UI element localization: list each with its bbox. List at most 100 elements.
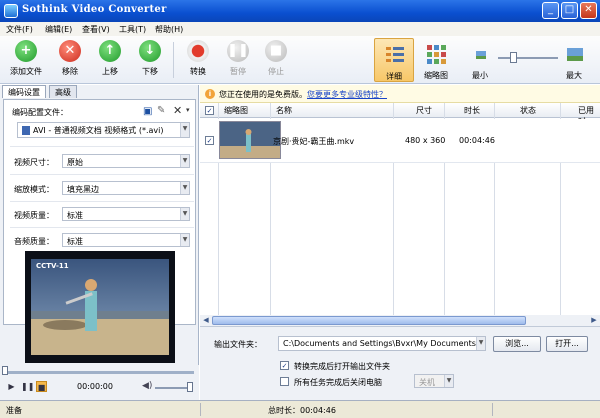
chevron-down-icon: ▼	[180, 234, 189, 246]
volume-icon[interactable]: ◀)	[142, 381, 152, 391]
edit-icon[interactable]: ✎	[157, 105, 165, 116]
pause-button[interactable]: ❚❚ 暂停	[220, 40, 256, 82]
browse-button[interactable]: 浏览...	[493, 336, 541, 352]
menu-edit[interactable]: 编辑(E)	[45, 24, 72, 35]
open-folder-checkbox[interactable]: ✓	[280, 361, 289, 370]
avi-format-icon	[22, 126, 30, 135]
move-up-button[interactable]: ↑ 上移	[92, 40, 128, 82]
audio-quality-select[interactable]: 标准 ▼	[62, 233, 190, 247]
chevron-down-icon: ▼	[180, 123, 189, 137]
table-row[interactable]: ✓ 京剧·贵妃-霸王曲.mkv 480 x 360 00:04:46	[200, 119, 600, 163]
volume-slider[interactable]	[155, 387, 191, 389]
volume-thumb[interactable]	[187, 382, 193, 392]
seek-bar[interactable]	[4, 371, 194, 374]
video-quality-label: 视频质量：	[14, 211, 54, 220]
player-time: 00:00:00	[77, 382, 113, 391]
pause-icon: ❚❚	[227, 40, 249, 62]
arrow-down-icon: ↓	[139, 40, 161, 62]
video-size-select[interactable]: 原始 ▼	[62, 154, 190, 168]
open-button[interactable]: 打开...	[546, 336, 588, 352]
tab-advanced[interactable]: 高级	[49, 85, 77, 98]
stop-button[interactable]: ■ 停止	[258, 40, 294, 82]
upgrade-link[interactable]: 您要更多专业级特性？	[307, 90, 387, 99]
grid-header: ✓ 缩略图 名称 尺寸 时长 状态 已用时	[200, 103, 600, 126]
video-preview: CCTV-11	[25, 251, 175, 363]
stop-icon: ■	[265, 40, 287, 62]
output-panel: 输出文件夹： C:\Documents and Settings\Bvxr\My…	[200, 326, 600, 400]
move-down-button[interactable]: ↓ 下移	[132, 40, 168, 82]
menu-file[interactable]: 文件(F)	[6, 24, 33, 35]
video-quality-select[interactable]: 标准 ▼	[62, 207, 190, 221]
arrow-up-icon: ↑	[99, 40, 121, 62]
shutdown-label: 所有任务完成后关闭电脑	[294, 378, 382, 387]
video-size-label: 视频尺寸：	[14, 158, 54, 167]
play-button[interactable]: ▶	[6, 381, 17, 392]
row-checkbox[interactable]: ✓	[205, 136, 214, 145]
file-name: 京剧·贵妃-霸王曲.mkv	[273, 137, 355, 146]
scale-mode-select[interactable]: 填充黑边 ▼	[62, 181, 190, 195]
scroll-left-icon[interactable]: ◀	[201, 315, 211, 326]
col-status[interactable]: 状态	[520, 105, 536, 116]
chevron-down-icon: ▼	[180, 208, 189, 220]
chevron-down-icon: ▼	[180, 182, 189, 194]
thumbnail-view-button[interactable]: 缩略图	[416, 38, 456, 82]
chevron-down-icon: ▼	[180, 155, 189, 167]
detail-view-button[interactable]: 详细	[374, 38, 414, 82]
file-size: 480 x 360	[405, 136, 446, 145]
menu-bar: 文件(F) 编辑(E) 查看(V) 工具(T) 帮助(H)	[0, 22, 600, 36]
select-all-checkbox[interactable]: ✓	[205, 106, 214, 115]
scale-mode-label: 缩放模式：	[14, 185, 54, 194]
status-total-duration: 总时长：00:04:46	[268, 406, 336, 415]
video-thumbnail	[219, 121, 281, 159]
minimize-button[interactable]: _	[542, 2, 559, 19]
chevron-down-icon: ▼	[476, 337, 485, 350]
profile-menu-arrow-icon[interactable]: ▾	[186, 106, 190, 114]
zoom-max-label: 最大	[566, 71, 582, 80]
status-bar: 准备 总时长：00:04:46	[0, 400, 600, 418]
small-image-icon	[476, 51, 486, 59]
window-title: Sothink Video Converter	[22, 4, 167, 15]
seek-thumb[interactable]	[2, 366, 8, 375]
info-message: 您正在使用的是免费版。	[219, 90, 307, 99]
app-icon	[4, 4, 18, 18]
close-button[interactable]: ✕	[580, 2, 597, 19]
convert-button[interactable]: 转换	[180, 40, 216, 82]
zoom-min-label: 最小	[472, 71, 488, 80]
tab-encoding[interactable]: 编码设置	[2, 85, 46, 98]
col-name[interactable]: 名称	[276, 105, 292, 116]
stop-button[interactable]: ■	[36, 381, 47, 392]
scroll-right-icon[interactable]: ▶	[589, 315, 599, 326]
output-folder-input[interactable]: C:\Documents and Settings\Bvxr\My Docume…	[278, 336, 486, 351]
menu-tools[interactable]: 工具(T)	[119, 24, 146, 35]
open-folder-label: 转换完成后打开输出文件夹	[294, 362, 390, 371]
add-file-button[interactable]: + 添加文件	[8, 40, 44, 82]
pause-button[interactable]: ❚❚	[21, 381, 34, 392]
thumbnail-view-icon	[427, 45, 446, 64]
maximize-button[interactable]: □	[561, 2, 578, 19]
zoom-slider-track[interactable]	[498, 57, 558, 59]
status-divider	[200, 403, 201, 416]
status-divider	[492, 403, 493, 416]
shutdown-checkbox[interactable]	[280, 377, 289, 386]
col-thumbnail[interactable]: 缩略图	[224, 105, 248, 116]
col-duration[interactable]: 时长	[464, 105, 480, 116]
divider	[10, 201, 194, 202]
channel-logo: CCTV-11	[36, 262, 69, 270]
detail-view-icon	[386, 47, 404, 62]
delete-icon[interactable]: ✕	[173, 104, 182, 117]
save-icon[interactable]: ▣	[143, 106, 152, 117]
menu-view[interactable]: 查看(V)	[82, 24, 110, 35]
chevron-down-icon: ▼	[444, 375, 453, 387]
scroll-thumb[interactable]	[212, 316, 526, 325]
status-ready: 准备	[6, 406, 22, 415]
large-image-icon	[567, 48, 583, 61]
horizontal-scrollbar[interactable]: ◀ ▶	[200, 315, 600, 326]
zoom-slider-thumb[interactable]	[510, 52, 517, 63]
shutdown-action-select[interactable]: 关机 ▼	[414, 374, 454, 388]
col-size[interactable]: 尺寸	[416, 105, 432, 116]
file-duration: 00:04:46	[459, 136, 495, 145]
menu-help[interactable]: 帮助(H)	[155, 24, 183, 35]
profile-select[interactable]: AVI - 普通视频文档 视频格式 (*.avi) ▼	[17, 122, 190, 138]
info-icon: i	[205, 89, 215, 99]
remove-button[interactable]: ✕ 移除	[52, 40, 88, 82]
